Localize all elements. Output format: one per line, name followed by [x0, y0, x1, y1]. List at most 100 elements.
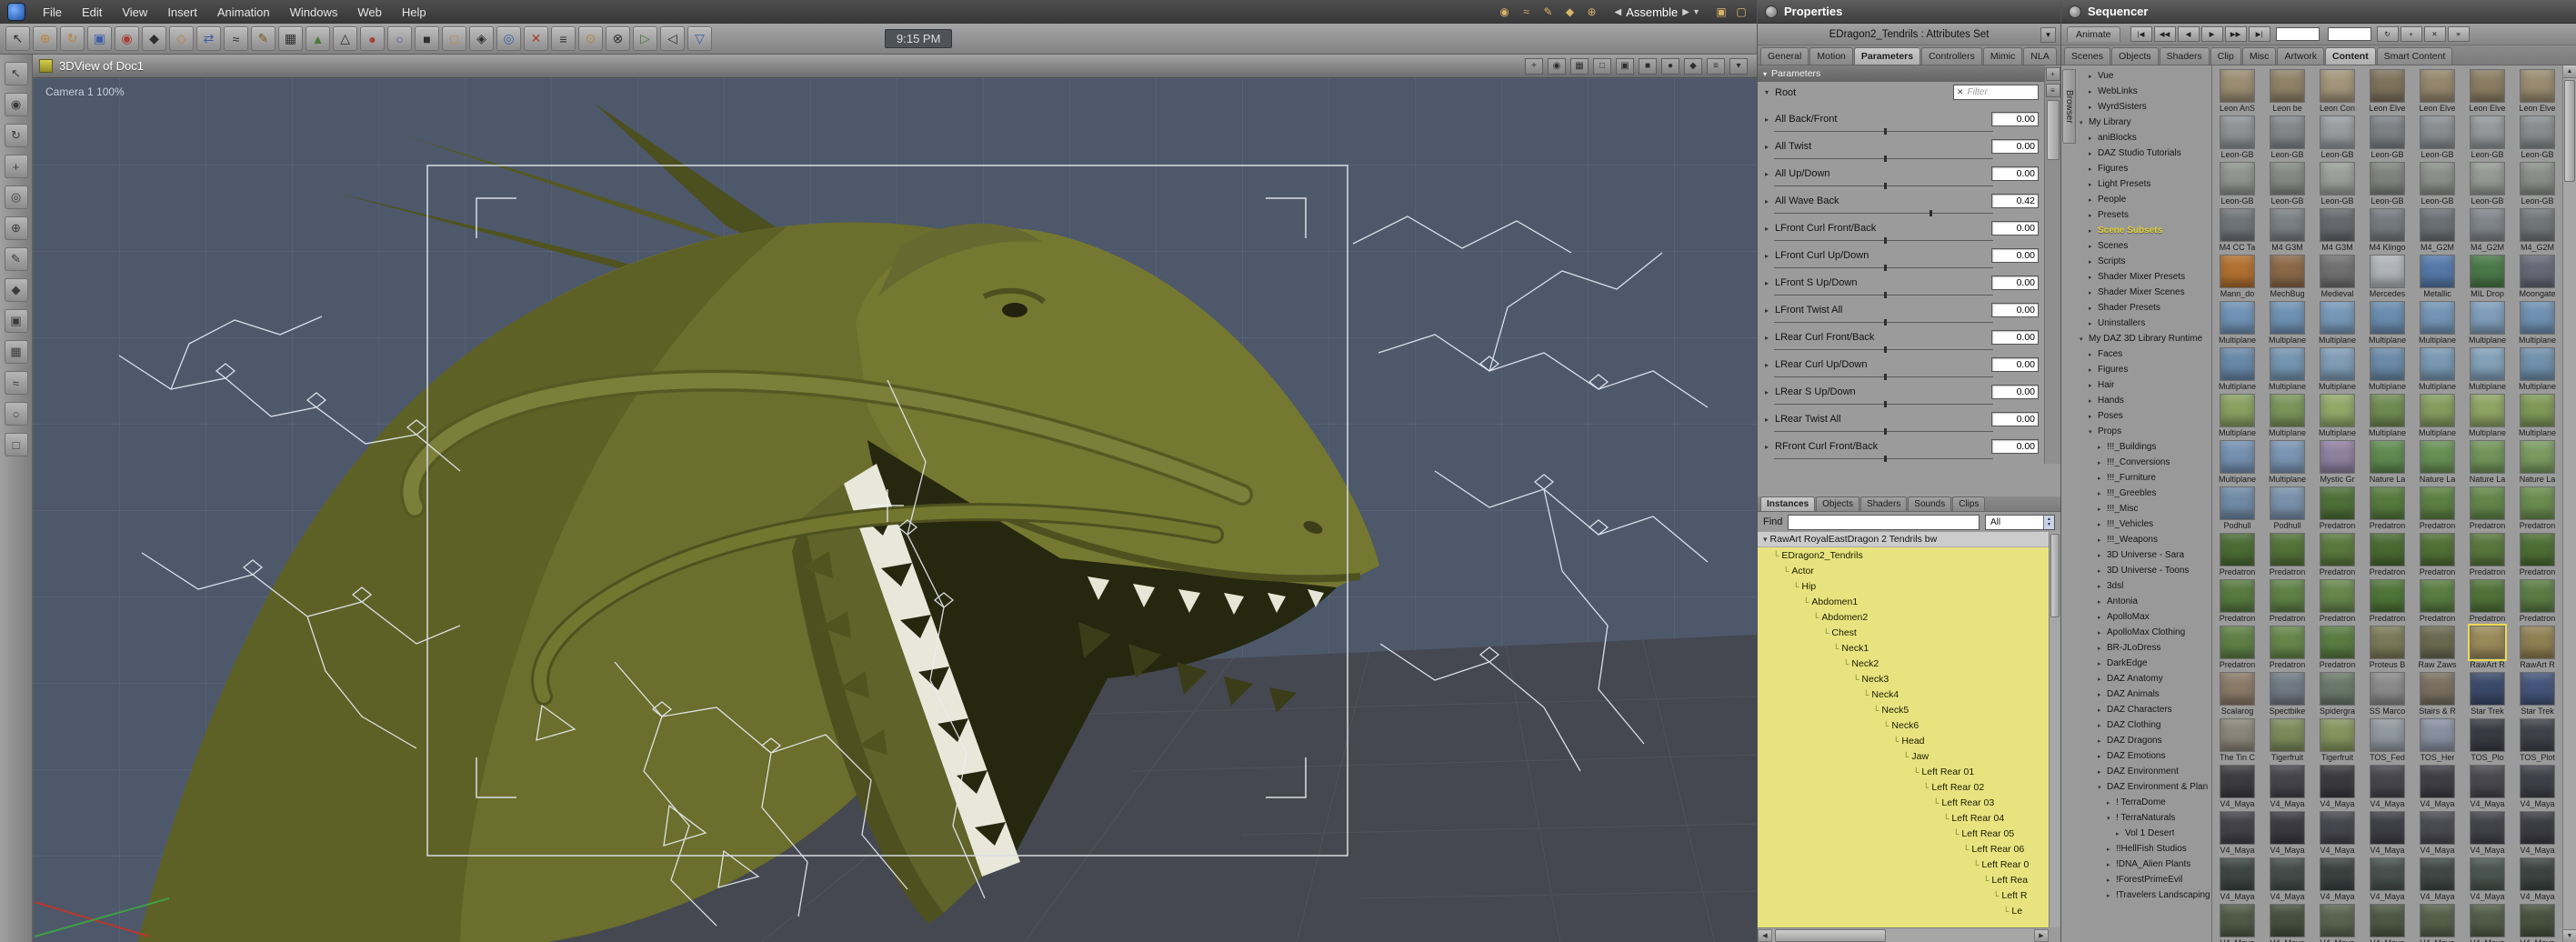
content-item[interactable]: V4_Maya	[2212, 810, 2262, 857]
expand-icon[interactable]: ▸	[2089, 165, 2098, 173]
flat-shade-mode-icon[interactable]: ▣	[1616, 57, 1634, 75]
content-thumbnail[interactable]	[2370, 718, 2405, 752]
tab-motion[interactable]: Motion	[1809, 47, 1853, 65]
content-thumbnail[interactable]	[2320, 811, 2355, 845]
menu-file[interactable]: File	[33, 5, 72, 19]
content-item[interactable]: Multiplane	[2512, 393, 2562, 439]
tab-shaders[interactable]: Shaders	[1860, 496, 1908, 511]
expand-icon[interactable]: ▸	[2089, 289, 2098, 296]
hscroll-thumb[interactable]	[1775, 928, 1886, 942]
end-time-field[interactable]	[2327, 27, 2371, 41]
bone-tool-icon[interactable]: ▲	[306, 26, 330, 51]
content-item[interactable]: TOS_Fed	[2362, 717, 2412, 764]
folder-uninstallers[interactable]: ▸ Uninstallers	[2076, 316, 2211, 331]
folder-travelers-landscaping[interactable]: ▸ !Travelers Landscaping	[2076, 887, 2211, 903]
gouraud-mode-icon[interactable]: ■	[1639, 57, 1657, 75]
content-item[interactable]: Multiplane	[2412, 393, 2462, 439]
content-item[interactable]: V4_Maya	[2512, 903, 2562, 942]
content-thumbnail[interactable]	[2270, 626, 2305, 659]
layout-split-icon[interactable]: ▢	[1733, 4, 1749, 20]
content-thumbnail[interactable]	[2520, 857, 2555, 891]
content-item[interactable]: Leon Con	[2312, 68, 2362, 115]
folder-forestprimeevil[interactable]: ▸ !ForestPrimeEvil	[2076, 872, 2211, 887]
folder-my-library[interactable]: ▾ My Library	[2076, 115, 2211, 130]
folder-people[interactable]: ▸ People	[2076, 192, 2211, 207]
content-item[interactable]: Leon Elve	[2462, 68, 2512, 115]
room-next-icon[interactable]: ▶	[1682, 7, 1689, 17]
param-value-input[interactable]	[1991, 357, 2039, 372]
content-item[interactable]: Predatron	[2512, 578, 2562, 625]
instance-item-left-rear-06[interactable]: └ Left Rear 06	[1758, 841, 2049, 857]
folder-daz-studio-tutorials[interactable]: ▸ DAZ Studio Tutorials	[2076, 145, 2211, 161]
folder-vue[interactable]: ▸ Vue	[2076, 68, 2211, 84]
expand-icon[interactable]: ▸	[2089, 135, 2098, 142]
content-thumbnail[interactable]	[2420, 626, 2455, 659]
folder-scenes[interactable]: ▸ Scenes	[2076, 238, 2211, 254]
folder-daz-environment[interactable]: ▸ DAZ Environment	[2076, 764, 2211, 779]
expand-icon[interactable]: ▸	[2098, 753, 2107, 760]
content-item[interactable]: The Tin C	[2212, 717, 2262, 764]
content-thumbnail[interactable]	[2320, 347, 2355, 381]
instance-item-abdomen1[interactable]: └ Abdomen1	[1758, 594, 2049, 609]
expand-icon[interactable]: ▸	[2098, 676, 2107, 683]
content-item[interactable]: M4 Klingo	[2362, 207, 2412, 254]
content-thumbnail[interactable]	[2370, 486, 2405, 520]
content-thumbnail[interactable]	[2220, 626, 2255, 659]
content-thumbnail[interactable]	[2370, 208, 2405, 242]
content-thumbnail[interactable]	[2220, 69, 2255, 103]
content-item[interactable]: Predatron	[2462, 578, 2512, 625]
content-thumbnail[interactable]	[2520, 162, 2555, 195]
instance-item-neck2[interactable]: └ Neck2	[1758, 656, 2049, 671]
content-thumbnail[interactable]	[2520, 718, 2555, 752]
magnet-minus-icon[interactable]: ◇	[169, 26, 194, 51]
room-menu-icon[interactable]: ▾	[1694, 7, 1699, 17]
content-item[interactable]: V4_Maya	[2212, 857, 2262, 903]
instance-item-neck1[interactable]: └ Neck1	[1758, 640, 2049, 656]
content-item[interactable]: Leon-GB	[2462, 161, 2512, 207]
slider-tick[interactable]	[1883, 128, 1887, 135]
expand-icon[interactable]: ▸	[2098, 552, 2107, 559]
instances-hscrollbar[interactable]: ◀ ▶	[1758, 927, 2049, 942]
content-item[interactable]: Leon-GB	[2412, 161, 2462, 207]
content-thumbnail[interactable]	[2220, 301, 2255, 335]
content-thumbnail[interactable]	[2220, 579, 2255, 613]
folder-3dsl[interactable]: ▸ 3dsl	[2076, 578, 2211, 594]
content-item[interactable]: V4_Maya	[2462, 810, 2512, 857]
orbit-tool-icon[interactable]: ⊙	[578, 26, 603, 51]
content-thumbnail[interactable]	[2320, 440, 2355, 474]
content-thumbnail[interactable]	[2320, 857, 2355, 891]
expand-icon[interactable]: ▸	[2098, 660, 2107, 667]
content-thumbnail[interactable]	[2470, 115, 2505, 149]
content-item[interactable]: Leon Elve	[2512, 68, 2562, 115]
instance-item-head[interactable]: └ Head	[1758, 733, 2049, 748]
paint-tool-icon[interactable]: ✎	[251, 26, 276, 51]
folder-terradome[interactable]: ▸! TerraDome	[2076, 795, 2211, 810]
expand-icon[interactable]: ▸	[2098, 645, 2107, 652]
expand-icon[interactable]: ▸	[2098, 598, 2107, 606]
content-item[interactable]: Multiplane	[2462, 346, 2512, 393]
slider-tick[interactable]	[1883, 183, 1887, 189]
param-value-input[interactable]	[1991, 330, 2039, 345]
content-item[interactable]: Multiplane	[2362, 393, 2412, 439]
grid-toggle-icon[interactable]: ▦	[1570, 57, 1589, 75]
content-thumbnail[interactable]	[2520, 626, 2555, 659]
content-thumbnail[interactable]	[2220, 765, 2255, 798]
expand-icon[interactable]: ▸	[2107, 799, 2116, 807]
rotate-view-icon[interactable]: ↻	[4, 124, 28, 147]
content-thumbnail[interactable]	[2470, 765, 2505, 798]
slider-track[interactable]	[1774, 346, 1993, 353]
content-item[interactable]: V4_Maya	[2512, 764, 2562, 810]
expand-icon[interactable]: ▸	[2089, 243, 2098, 250]
menu-view[interactable]: View	[112, 5, 157, 19]
content-thumbnail-selected[interactable]	[2468, 624, 2507, 661]
content-thumbnail[interactable]	[2320, 765, 2355, 798]
content-thumbnail[interactable]	[2320, 904, 2355, 937]
expand-icon[interactable]: ▸	[2089, 181, 2098, 188]
folder-poses[interactable]: ▸ Poses	[2076, 408, 2211, 424]
expand-icon[interactable]: ▸	[2089, 413, 2098, 420]
content-item[interactable]: V4_Maya	[2412, 764, 2462, 810]
instance-item-neck6[interactable]: └ Neck6	[1758, 717, 2049, 733]
parameters-scrollbar[interactable]	[2046, 100, 2060, 160]
view-options-icon[interactable]: ▾	[1729, 57, 1748, 75]
content-item[interactable]: Leon-GB	[2212, 115, 2262, 161]
